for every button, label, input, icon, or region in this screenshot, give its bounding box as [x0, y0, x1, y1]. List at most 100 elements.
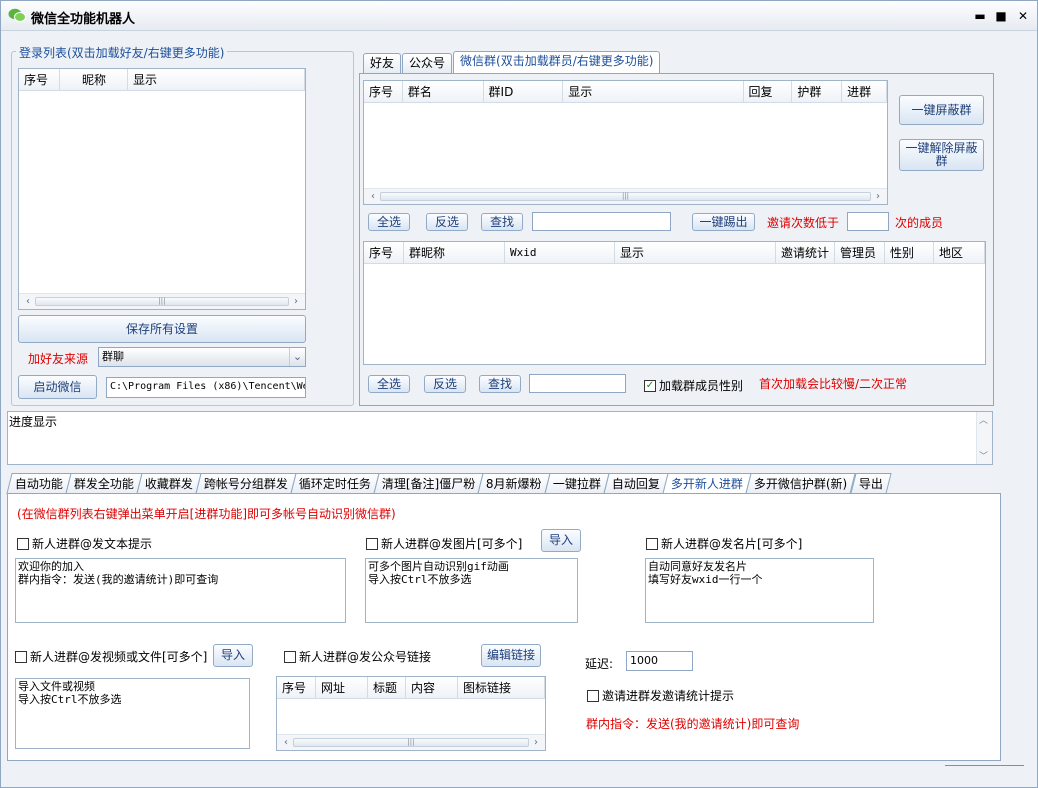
kick-all-button[interactable]: 一键踢出 [692, 213, 755, 231]
tab-group-protect[interactable]: 多开微信护群(新) [745, 473, 857, 494]
search-groups-button[interactable]: 查找 [481, 213, 523, 231]
delay-input[interactable]: 1000 [626, 651, 693, 671]
load-gender-checkbox[interactable]: ✓ 加载群成员性别 [644, 377, 743, 394]
col-header[interactable]: 昵称 [60, 69, 128, 90]
send-mp-link-checkbox[interactable]: 新人进群@发公众号链接 [284, 648, 431, 665]
search-members-button[interactable]: 查找 [479, 375, 521, 393]
tab-auto-functions[interactable]: 自动功能 [6, 473, 72, 494]
checkbox-icon[interactable] [366, 537, 378, 550]
tab-scheduled-tasks[interactable]: 循环定时任务 [290, 473, 380, 494]
block-all-groups-button[interactable]: 一键屏蔽群 [899, 95, 984, 125]
tab-mass-send[interactable]: 群发全功能 [65, 473, 143, 494]
col-header[interactable]: 群ID [484, 81, 564, 102]
video-content[interactable]: 导入文件或视频 导入按Ctrl不放多选 [15, 678, 250, 749]
col-header[interactable]: 标题 [368, 677, 406, 698]
scroll-up-icon[interactable]: ︿ [979, 413, 988, 426]
text-tip-checkbox[interactable]: 新人进群@发文本提示 [17, 535, 152, 552]
source-select[interactable]: 群聊 ⌄ [98, 347, 306, 367]
wechat-path-field[interactable]: C:\Program Files (x86)\Tencent\We [106, 377, 306, 398]
tab-august-fans[interactable]: 8月新爆粉 [477, 473, 551, 494]
checkbox-checked-icon[interactable]: ✓ [644, 379, 656, 392]
col-header[interactable]: 群昵称 [404, 242, 505, 263]
col-header[interactable]: 内容 [406, 677, 458, 698]
tab-auto-reply[interactable]: 自动回复 [603, 473, 669, 494]
col-header[interactable]: Wxid [505, 242, 615, 263]
members-table[interactable]: 序号 群昵称 Wxid 显示 邀请统计 管理员 性别 地区 [363, 241, 986, 365]
tab-official-accounts[interactable]: 公众号 [402, 53, 453, 73]
select-all-members-button[interactable]: 全选 [368, 375, 410, 393]
scroll-left-icon[interactable]: ‹ [21, 295, 35, 308]
card-content[interactable]: 自动同意好友发名片 填写好友wxid一行一个 [645, 558, 874, 623]
col-header[interactable]: 网址 [316, 677, 368, 698]
tab-new-member-join[interactable]: 多开新人进群 [662, 473, 752, 494]
scroll-left-icon[interactable]: ‹ [279, 736, 293, 749]
tab-cross-account-send[interactable]: 跨帐号分组群发 [195, 473, 297, 494]
checkbox-icon[interactable] [284, 650, 296, 663]
edit-link-button[interactable]: 编辑链接 [481, 644, 541, 667]
send-image-checkbox[interactable]: 新人进群@发图片[可多个] [366, 535, 522, 552]
col-header[interactable]: 地区 [934, 242, 985, 263]
save-all-settings-button[interactable]: 保存所有设置 [18, 315, 306, 343]
col-header[interactable]: 群名 [403, 81, 484, 102]
start-wechat-button[interactable]: 启动微信 [18, 375, 97, 399]
col-header[interactable]: 显示 [615, 242, 776, 263]
checkbox-icon[interactable] [17, 537, 29, 550]
scroll-right-icon[interactable]: › [529, 736, 543, 749]
groups-table[interactable]: 序号 群名 群ID 显示 回复 护群 进群 ‹ ||| › [363, 80, 888, 205]
text-tip-content[interactable]: 欢迎你的加入 群内指令：发送(我的邀请统计)即可查询 [15, 558, 346, 623]
col-header[interactable]: 性别 [885, 242, 934, 263]
send-card-checkbox[interactable]: 新人进群@发名片[可多个] [646, 535, 802, 552]
col-header[interactable]: 序号 [364, 242, 404, 263]
members-search-input[interactable] [529, 374, 626, 393]
scroll-right-icon[interactable]: › [289, 295, 303, 308]
close-button[interactable]: ✕ [1014, 7, 1032, 25]
vertical-scrollbar[interactable]: ︿ ﹀ [976, 412, 992, 464]
invert-selection-members-button[interactable]: 反选 [424, 375, 466, 393]
scroll-thumb[interactable]: ||| [380, 192, 871, 201]
text-tip-label: 新人进群@发文本提示 [32, 537, 153, 551]
col-header[interactable]: 显示 [563, 81, 744, 102]
groups-search-input[interactable] [532, 212, 671, 231]
col-header[interactable]: 邀请统计 [776, 242, 835, 263]
horizontal-scrollbar[interactable]: ‹ ||| › [19, 293, 305, 309]
col-header[interactable]: 显示 [128, 69, 305, 90]
links-table[interactable]: 序号 网址 标题 内容 图标链接 ‹ ||| › [276, 676, 546, 751]
import-video-button[interactable]: 导入 [213, 644, 253, 667]
login-table[interactable]: 序号 昵称 显示 ‹ ||| › [18, 68, 306, 310]
col-header[interactable]: 图标链接 [458, 677, 545, 698]
col-header[interactable]: 回复 [744, 81, 793, 102]
col-header[interactable]: 序号 [364, 81, 403, 102]
scroll-right-icon[interactable]: › [871, 190, 885, 203]
horizontal-scrollbar[interactable]: ‹ ||| › [277, 734, 545, 750]
tab-wechat-groups[interactable]: 微信群(双击加载群员/右键更多功能) [453, 51, 661, 73]
col-header[interactable]: 护群 [792, 81, 843, 102]
import-image-button[interactable]: 导入 [541, 529, 581, 552]
tab-one-click-group[interactable]: 一键拉群 [544, 473, 610, 494]
scroll-down-icon[interactable]: ﹀ [979, 449, 988, 462]
col-header[interactable]: 序号 [19, 69, 60, 90]
checkbox-icon[interactable] [587, 689, 599, 702]
invite-stats-checkbox[interactable]: 邀请进群发邀请统计提示 [587, 687, 734, 704]
scroll-thumb[interactable]: ||| [293, 738, 529, 747]
select-all-groups-button[interactable]: 全选 [368, 213, 410, 231]
tab-clean-zombie-fans[interactable]: 清理[备注]僵尸粉 [373, 473, 485, 494]
minimize-button[interactable]: ▬ [971, 7, 989, 25]
col-header[interactable]: 序号 [277, 677, 316, 698]
checkbox-icon[interactable] [15, 650, 27, 663]
horizontal-scrollbar[interactable]: ‹ ||| › [364, 188, 887, 204]
image-content[interactable]: 可多个图片自动识别gif动画 导入按Ctrl不放多选 [365, 558, 578, 623]
invite-threshold-input[interactable] [847, 212, 889, 231]
chevron-down-icon[interactable]: ⌄ [289, 348, 305, 366]
checkbox-icon[interactable] [646, 537, 658, 550]
send-video-checkbox[interactable]: 新人进群@发视频或文件[可多个] [15, 648, 207, 665]
tab-friends[interactable]: 好友 [363, 53, 402, 73]
unblock-all-groups-button[interactable]: 一键解除屏蔽群 [899, 139, 984, 171]
scroll-thumb[interactable]: ||| [35, 297, 289, 306]
invert-selection-groups-button[interactable]: 反选 [426, 213, 468, 231]
col-header[interactable]: 进群 [842, 81, 887, 102]
col-header[interactable]: 管理员 [835, 242, 885, 263]
tab-export[interactable]: 导出 [849, 473, 892, 494]
scroll-left-icon[interactable]: ‹ [366, 190, 380, 203]
maximize-button[interactable]: ■ [992, 7, 1010, 25]
tab-favorites-send[interactable]: 收藏群发 [136, 473, 202, 494]
